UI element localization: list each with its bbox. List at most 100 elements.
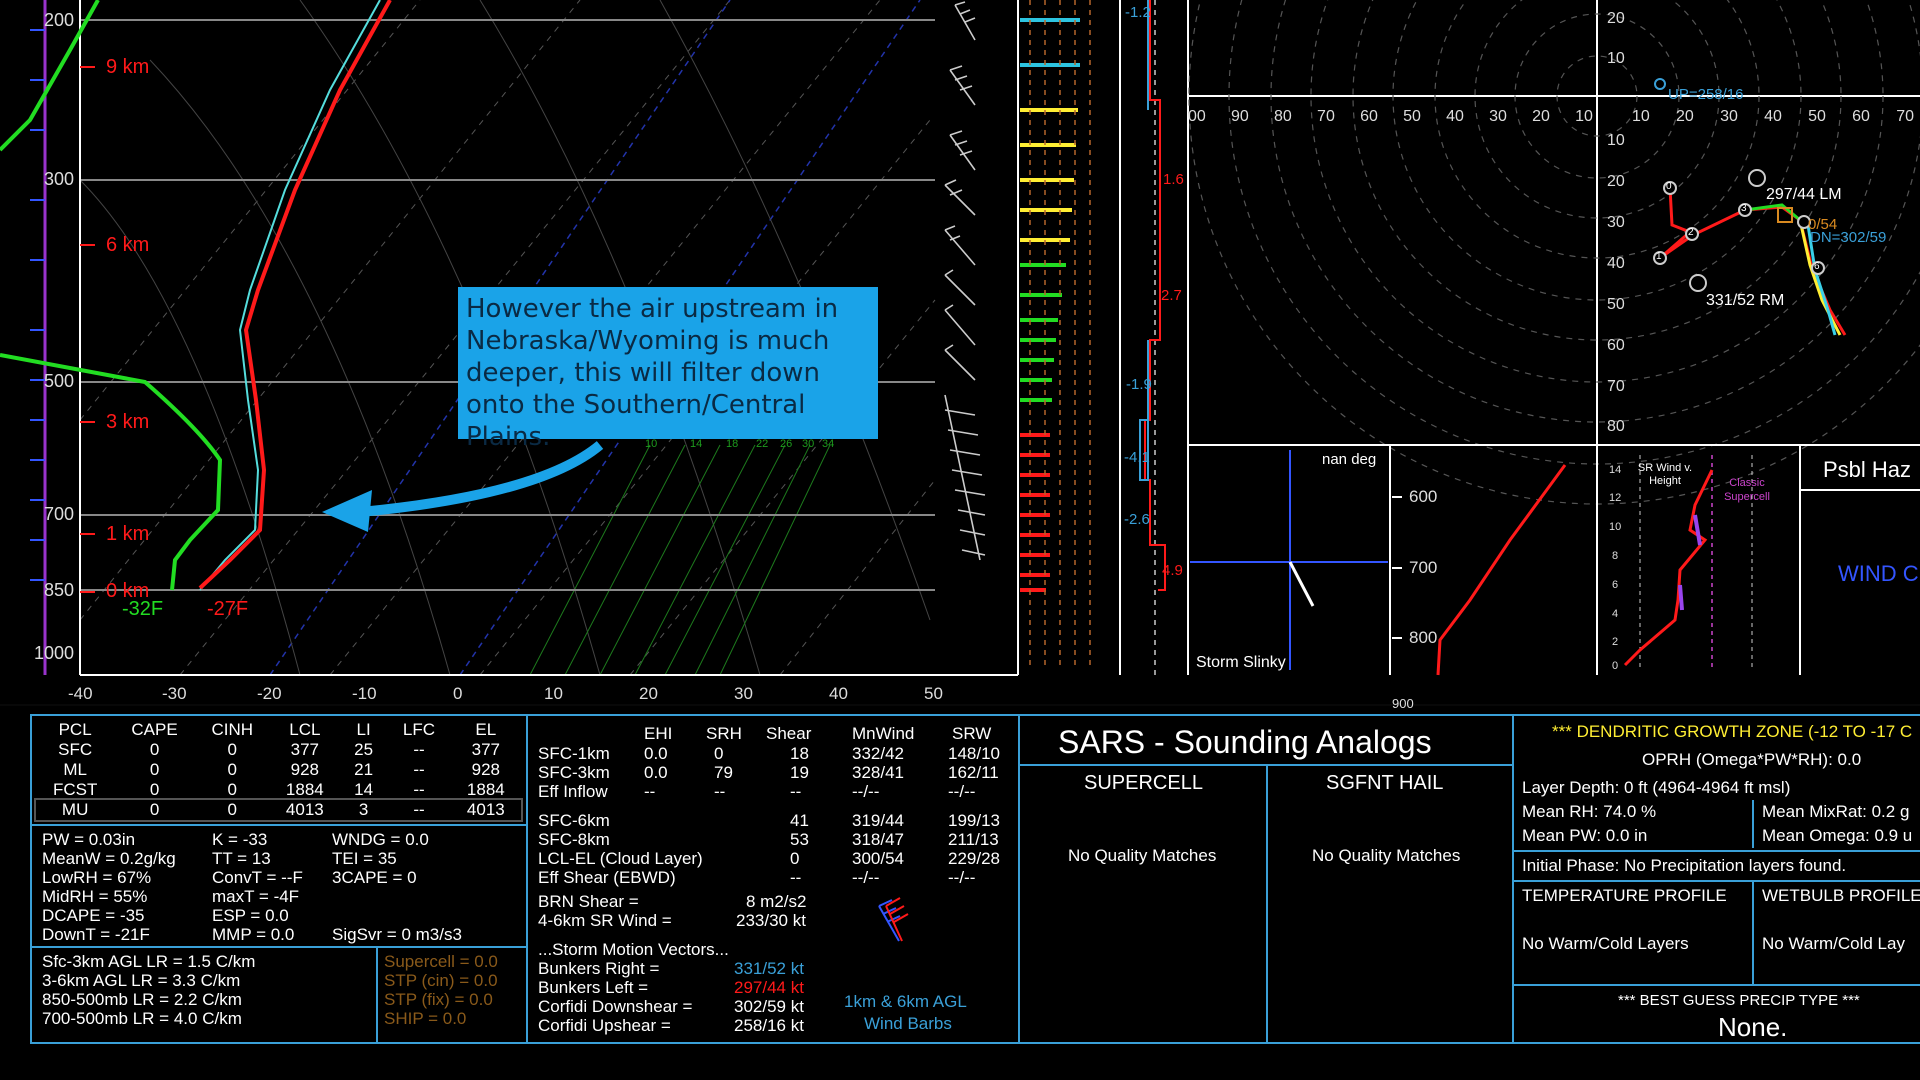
hodo-tick: 40 (1607, 255, 1625, 272)
index-line: MMP = 0.0 (212, 925, 295, 944)
vector-label: Corfidi Downshear = (538, 997, 693, 1016)
kin-cell: 328/41 (852, 763, 904, 782)
temp-tick: -10 (352, 684, 377, 703)
hodo-point: 3 (1741, 203, 1747, 214)
hodo-tick: 30 (1720, 108, 1738, 125)
cell: 0 (227, 800, 237, 819)
index-line (332, 906, 462, 925)
slinky-deg: nan deg (1322, 451, 1377, 468)
hodo-tick: 40 (1764, 108, 1782, 125)
theta-tick: 900 (1392, 696, 1414, 711)
height-label: 6 km (106, 234, 150, 256)
pressure-label: 200 (44, 10, 75, 30)
dgz-temp-val: No Warm/Cold Layers (1522, 934, 1689, 953)
dewpoint-trace (0, 0, 223, 591)
kin-cell: -- (790, 868, 802, 887)
dgz-temp-title: TEMPERATURE PROFILE (1522, 886, 1727, 905)
dgz-omega: Mean Omega: 0.9 u (1762, 826, 1913, 845)
hodo-point: 1 (1656, 251, 1662, 262)
hodo-tick: 30 (1607, 214, 1625, 231)
theta-tick: 600 (1409, 487, 1438, 506)
kin-cell: 0.0 (644, 744, 668, 763)
temp-tick: 50 (924, 684, 943, 703)
cell: 0 (227, 740, 237, 759)
dgz-wb-val: No Warm/Cold Lay (1762, 934, 1905, 953)
kin-row-label: Eff Shear (EBWD) (538, 868, 676, 887)
th: LFC (402, 720, 436, 739)
hodo-lm-label: 297/44 LM (1766, 186, 1842, 203)
kin-cell: 41 (790, 811, 809, 830)
temp-tick: 0 (453, 684, 463, 703)
sr-tick: 2 (1612, 636, 1619, 648)
hodo-rm-label: 331/52 RM (1706, 292, 1785, 309)
table-row: ML 0 0 928 21 -- 928 (36, 760, 521, 780)
kin-row-label: SFC-1km (538, 744, 610, 763)
hodo-tick: 60 (1360, 108, 1378, 125)
kin-header: SRW (952, 724, 992, 743)
cell: -- (413, 800, 425, 819)
index-line: ConvT = --F (212, 868, 303, 887)
hodo-tick: 00 (1188, 108, 1206, 125)
omega-value: -4.1 (1124, 449, 1150, 466)
kin-cell: 318/47 (852, 830, 904, 849)
hodo-tick: 50 (1607, 296, 1625, 313)
composite-line: STP (fix) = 0.0 (384, 990, 493, 1009)
th: EL (475, 720, 497, 739)
lapse-line: 700-500mb LR = 4.0 C/km (42, 1009, 242, 1028)
mixing-label: 18 (726, 438, 739, 450)
mixing-label: 34 (822, 438, 835, 450)
dgz-panel: *** DENDRITIC GROWTH ZONE (-12 TO -17 C … (1512, 714, 1920, 1044)
temp-tick: 10 (544, 684, 563, 703)
cell: -- (413, 780, 425, 799)
hodo-tick: 10 (1632, 108, 1650, 125)
hodo-tick: 50 (1403, 108, 1421, 125)
sr-tick: 6 (1612, 579, 1619, 591)
th: LCL (289, 720, 321, 739)
kin-cell: 0 (790, 849, 800, 868)
sars-supercell-header: SUPERCELL (1084, 772, 1203, 794)
index-line: DCAPE = -35 (42, 906, 145, 925)
kin-cell: 162/11 (948, 763, 999, 782)
hodo-tick: 10 (1575, 108, 1593, 125)
index-line: K = -33 (212, 830, 268, 849)
vectors-title: ...Storm Motion Vectors... (538, 940, 729, 959)
cell: -- (413, 740, 425, 759)
hodo-tick: 30 (1489, 108, 1507, 125)
hodo-tick: 70 (1896, 108, 1914, 125)
index-line: DownT = -21F (42, 925, 150, 944)
kin-cell: 19 (790, 763, 809, 782)
kin-cell: 18 (790, 744, 809, 763)
cell: 0 (227, 760, 237, 779)
omega-value: 1.6 (1163, 171, 1184, 188)
sr-wind-title: SR Wind v. Height (1637, 462, 1693, 487)
indices-col1: PW = 0.03in MeanW = 0.2g/kg LowRH = 67% … (42, 830, 176, 944)
temp-tick: -30 (162, 684, 187, 703)
pressure-label: 1000 (34, 643, 75, 663)
cell: 25 (354, 740, 374, 759)
cell: 1884 (466, 780, 505, 799)
dgz-depth: Layer Depth: 0 ft (4964-4964 ft msl) (1522, 778, 1791, 797)
omega-value: -1.2 (1125, 4, 1151, 21)
composite-indices: Supercell = 0.0 STP (cin) = 0.0 STP (fix… (384, 952, 498, 1028)
height-label: 9 km (106, 56, 150, 78)
psbl-haz-title: Psbl Haz (1823, 457, 1912, 482)
index-line: 3CAPE = 0 (332, 868, 417, 887)
sr-tick: 4 (1612, 608, 1619, 620)
temp-tick: -20 (257, 684, 282, 703)
omega-value: -1.9 (1126, 376, 1152, 393)
surface-dewpoint: -32F (122, 598, 164, 620)
vector-label: Corfidi Upshear = (538, 1016, 671, 1035)
sars-panel: SARS - Sounding Analogs SUPERCELL SGFNT … (1018, 714, 1514, 1044)
kin-cell: 79 (714, 763, 733, 782)
vector-value: 258/16 kt (734, 1016, 804, 1035)
hodo-tick: 20 (1607, 173, 1625, 190)
hodo-tick: 20 (1532, 108, 1550, 125)
table-row: FCST 0 0 1884 14 -- 1884 (36, 780, 521, 800)
sr-tick: 12 (1609, 492, 1622, 504)
surface-temperature: -27F (207, 598, 249, 620)
cell: 377 (471, 740, 501, 759)
kin-cell: -- (790, 782, 802, 801)
index-line: SigSvr = 0 m3/s3 (332, 925, 462, 944)
kin-cell: --/-- (852, 868, 880, 887)
omega-value: 4.9 (1162, 562, 1183, 579)
